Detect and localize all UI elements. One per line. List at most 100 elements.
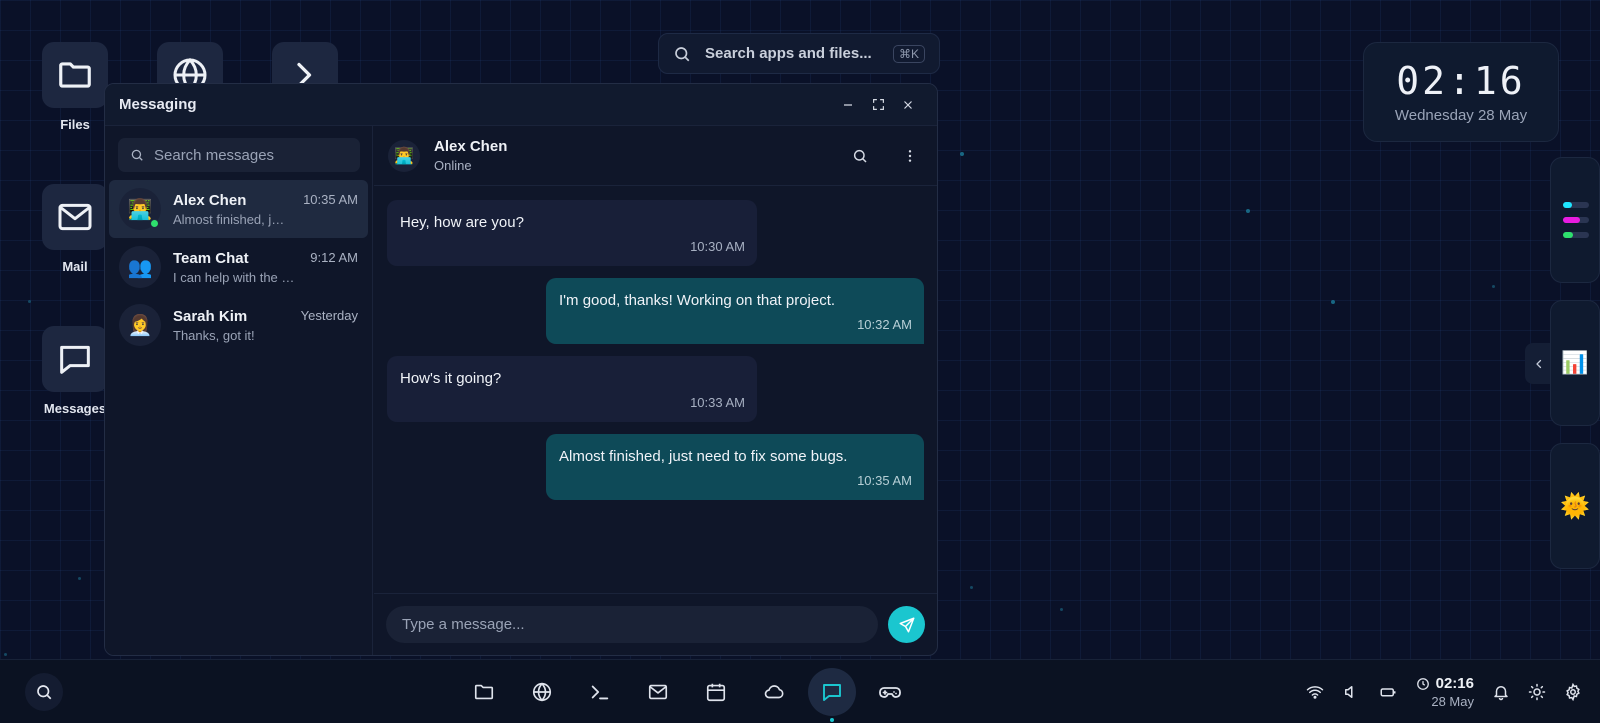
- search-icon: [131, 149, 143, 161]
- chat-more-button[interactable]: [897, 143, 923, 169]
- message-time: 10:35 AM: [857, 473, 912, 488]
- avatar-emoji: 👨‍💻: [394, 147, 414, 165]
- conversation-item-sarah-kim[interactable]: 👩‍💼 Sarah Kim Thanks, got it! Yesterday: [109, 296, 368, 354]
- avatar: 👨‍💻: [119, 188, 161, 230]
- messaging-window: Messaging Search messages 👨‍💻 Alex Chen …: [104, 83, 938, 656]
- taskbar-app-messages[interactable]: [808, 668, 856, 722]
- background-particle: [1060, 608, 1063, 611]
- message-search-placeholder: Search messages: [154, 146, 275, 164]
- wifi-icon[interactable]: [1306, 683, 1324, 701]
- desktop-icon-messages[interactable]: Messages: [35, 326, 115, 416]
- message-bubble-incoming: How's it going? 10:33 AM: [387, 356, 757, 422]
- cloud-icon: [764, 685, 784, 699]
- usage-bars-icon: [1563, 202, 1589, 238]
- clock-date: Wednesday 28 May: [1394, 107, 1528, 124]
- taskbar-search-button[interactable]: [25, 673, 63, 711]
- taskbar-app-browser[interactable]: [518, 668, 566, 716]
- desktop-icon-label: Messages: [43, 401, 107, 416]
- bell-icon[interactable]: [1492, 683, 1510, 701]
- background-particle: [28, 300, 31, 303]
- background-particle: [960, 152, 964, 156]
- gamepad-icon: [879, 687, 901, 698]
- taskbar-clock-date: 28 May: [1431, 694, 1474, 709]
- taskbar-app-cloud[interactable]: [750, 668, 798, 716]
- taskbar-clock-time: 02:16: [1435, 675, 1474, 692]
- chat-contact-status: Online: [434, 158, 472, 173]
- taskbar-app-terminal[interactable]: [576, 668, 624, 716]
- message-bubble-outgoing: Almost finished, just need to fix some b…: [546, 434, 924, 500]
- sun-icon: 🌞: [1560, 492, 1590, 520]
- minimize-icon: [844, 103, 852, 106]
- chat-header: 👨‍💻 Alex Chen Online: [374, 126, 937, 186]
- message-list: Hey, how are you? 10:30 AM I'm good, tha…: [374, 187, 937, 593]
- send-button[interactable]: [888, 606, 925, 643]
- minimize-button[interactable]: [833, 93, 863, 117]
- terminal-icon: [591, 685, 609, 700]
- avatar-emoji: 👩‍💼: [127, 314, 153, 337]
- message-search-input[interactable]: Search messages: [118, 138, 360, 172]
- message-time: 10:32 AM: [857, 317, 912, 332]
- app-search-placeholder: Search apps and files...: [705, 45, 872, 62]
- conversation-preview: Thanks, got it!: [173, 327, 255, 343]
- taskbar-app-mail[interactable]: [634, 668, 682, 716]
- weather-widget[interactable]: 🌞: [1550, 443, 1600, 569]
- conversation-time: 9:12 AM: [310, 250, 358, 265]
- chart-icon: 📊: [1561, 350, 1589, 375]
- taskbar: 02:16 28 May: [0, 659, 1600, 723]
- search-icon: [673, 45, 691, 63]
- mail-icon: [648, 684, 668, 700]
- clock-time: 02:16: [1396, 59, 1526, 103]
- widgets-collapse-button[interactable]: [1525, 343, 1553, 384]
- avatar-emoji: 👨‍💻: [127, 198, 153, 221]
- message-icon: [42, 326, 108, 392]
- app-search-bar[interactable]: Search apps and files... ⌘K: [658, 33, 940, 74]
- conversation-item-team-chat[interactable]: 👥 Team Chat I can help with the design. …: [109, 238, 368, 296]
- clock-icon: [1416, 677, 1429, 690]
- close-button[interactable]: [893, 93, 923, 117]
- message-text: Hey, how are you?: [400, 214, 524, 231]
- volume-icon[interactable]: [1342, 683, 1360, 701]
- taskbar-app-files[interactable]: [460, 668, 508, 716]
- background-particle: [78, 577, 81, 580]
- background-particle: [1246, 209, 1250, 213]
- conversation-sidebar: Search messages 👨‍💻 Alex Chen Almost fin…: [105, 126, 373, 655]
- avatar-emoji: 👥: [127, 256, 153, 279]
- avatar: 👨‍💻: [388, 139, 420, 172]
- background-particle: [970, 586, 973, 589]
- close-icon: [904, 100, 912, 109]
- chat-search-button[interactable]: [847, 143, 873, 169]
- conversation-preview: Almost finished, just need to fix some b…: [173, 211, 291, 227]
- maximize-button[interactable]: [863, 93, 893, 117]
- battery-icon[interactable]: [1378, 683, 1398, 701]
- chart-widget[interactable]: 📊: [1550, 300, 1600, 426]
- calendar-icon: [706, 683, 726, 702]
- taskbar-clock[interactable]: 02:16 28 May: [1416, 675, 1474, 709]
- desktop-icon-label: Files: [60, 117, 90, 132]
- message-icon: [823, 684, 841, 701]
- background-particle: [1331, 300, 1335, 304]
- send-icon: [899, 617, 914, 632]
- background-particle: [4, 653, 7, 656]
- desktop-icon-mail[interactable]: Mail: [35, 184, 115, 274]
- desktop-icon-files[interactable]: Files: [35, 42, 115, 132]
- system-monitor-widget[interactable]: [1550, 157, 1600, 283]
- message-input[interactable]: [386, 606, 878, 643]
- taskbar-app-calendar[interactable]: [692, 668, 740, 716]
- globe-icon: [532, 682, 552, 702]
- message-text: I'm good, thanks! Working on that projec…: [559, 292, 836, 309]
- online-indicator: [150, 219, 159, 228]
- message-time: 10:30 AM: [690, 239, 745, 254]
- message-composer: [374, 593, 937, 655]
- avatar: 👩‍💼: [119, 304, 161, 346]
- maximize-icon: [872, 99, 884, 110]
- message-time: 10:33 AM: [690, 395, 745, 410]
- system-tray: 02:16 28 May: [1306, 660, 1582, 723]
- taskbar-app-games[interactable]: [866, 668, 914, 716]
- window-titlebar[interactable]: Messaging: [105, 84, 937, 126]
- desktop-icon-label: Mail: [62, 259, 88, 274]
- brightness-icon[interactable]: [1528, 683, 1546, 701]
- conversation-name: Team Chat: [173, 249, 249, 267]
- message-text: Almost finished, just need to fix some b…: [559, 448, 848, 465]
- settings-icon[interactable]: [1564, 683, 1582, 701]
- conversation-item-alex-chen[interactable]: 👨‍💻 Alex Chen Almost finished, just need…: [109, 180, 368, 238]
